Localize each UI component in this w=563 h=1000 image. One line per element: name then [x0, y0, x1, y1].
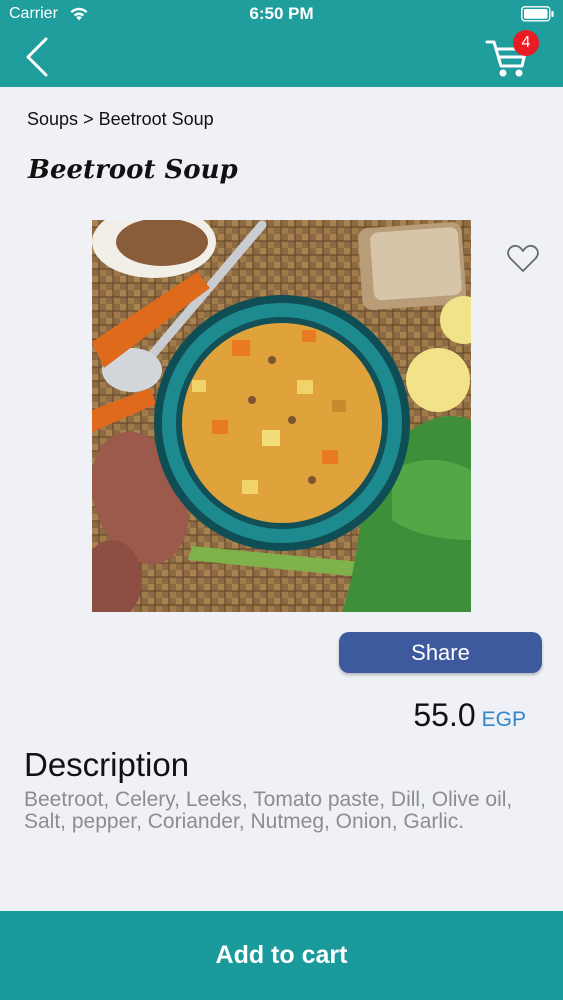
status-bar: Carrier 6:50 PM	[0, 0, 563, 30]
back-button[interactable]	[22, 36, 54, 78]
price: 55.0 EGP	[330, 697, 526, 734]
add-to-cart-button[interactable]: Add to cart	[0, 911, 563, 1000]
description-heading: Description	[24, 746, 190, 783]
breadcrumb-category[interactable]: Soups	[27, 109, 78, 129]
heart-outline-icon	[507, 244, 539, 272]
favorite-button[interactable]	[506, 243, 540, 275]
share-button[interactable]: Share	[339, 632, 542, 673]
breadcrumb-separator: >	[83, 109, 94, 129]
product-title: Beetroot Soup	[28, 155, 238, 185]
product-image	[92, 220, 471, 612]
status-time: 6:50 PM	[249, 4, 314, 23]
description-text: Beetroot, Celery, Leeks, Tomato paste, D…	[24, 788, 513, 833]
price-currency: EGP	[481, 708, 526, 731]
price-value: 55.0	[413, 697, 476, 733]
breadcrumb-current: Beetroot Soup	[98, 109, 214, 129]
top-header: Carrier 6:50 PM 4	[0, 0, 563, 87]
cart-count-badge: 4	[513, 30, 539, 56]
battery-icon	[521, 6, 554, 22]
breadcrumb: Soups > Beetroot Soup	[27, 109, 214, 130]
